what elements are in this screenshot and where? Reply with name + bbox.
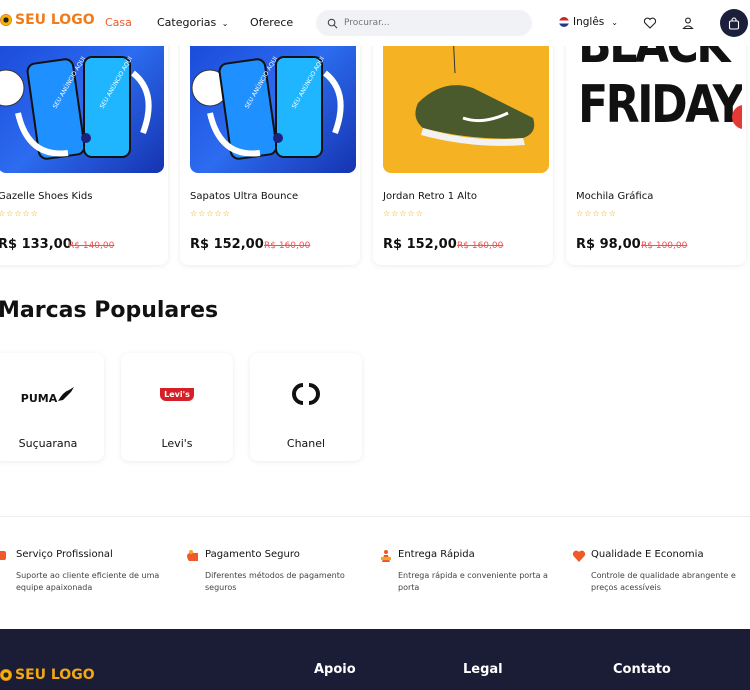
rating-stars: ☆☆☆☆☆	[576, 209, 617, 218]
brand-name: Levi's	[161, 437, 193, 450]
product-old-price: R$ 100,00	[641, 241, 688, 251]
footer-logo-text: SEU LOGO	[15, 667, 95, 683]
nav-categories[interactable]: Categorias ⌄	[157, 16, 228, 29]
nav-home[interactable]: Casa	[105, 16, 132, 29]
product-price: R$ 133,00	[0, 237, 72, 252]
feature-desc: Diferentes métodos de pagamento seguros	[205, 571, 345, 592]
footer-column-legal: Legal	[463, 662, 503, 677]
brand-name: Suçuarana	[18, 437, 78, 450]
brand-logo: PUMA	[0, 379, 104, 409]
puma-cat-icon	[58, 387, 75, 401]
feature-title: Pagamento Seguro	[205, 549, 300, 560]
payment-icon	[187, 550, 198, 561]
levis-logo: Levi's	[160, 387, 194, 401]
product-name[interactable]: Gazelle Shoes Kids	[0, 191, 92, 202]
search-input[interactable]	[344, 18, 514, 28]
product-card[interactable]: BLACK FRIDAY Mochila Gráfica ☆☆☆☆☆ R$ 98…	[566, 33, 746, 265]
chevron-down-icon: ⌄	[611, 17, 618, 27]
brand-name: Chanel	[286, 437, 326, 450]
headset-icon	[0, 551, 6, 560]
search-icon	[327, 18, 338, 28]
heart-icon	[572, 550, 586, 562]
heart-icon[interactable]	[643, 16, 657, 30]
footer-column-contact: Contato	[613, 662, 671, 677]
product-name[interactable]: Mochila Gráfica	[576, 191, 653, 202]
section-title: Marcas Populares	[0, 298, 219, 323]
logo-icon	[0, 669, 12, 681]
feature-desc: Entrega rápida e conveniente porta a por…	[398, 571, 548, 592]
product-image: SEU ANÚNCIO AQUI SEU ANÚNCIO AQUI	[190, 33, 356, 173]
product-price: R$ 152,00	[383, 237, 457, 252]
feature-desc: Controle de qualidade abrangente e preço…	[591, 571, 736, 592]
feature-title: Qualidade E Economia	[591, 549, 704, 560]
logo-text: SEU LOGO	[15, 12, 95, 28]
rating-stars: ☆☆☆☆☆	[0, 209, 39, 218]
section-divider	[0, 516, 750, 517]
logo[interactable]: SEU LOGO	[0, 12, 95, 28]
brand-logo: Levi's	[121, 379, 233, 409]
product-old-price: R$ 160,00	[457, 241, 504, 251]
chevron-down-icon: ⌄	[221, 19, 229, 28]
product-image	[383, 33, 549, 173]
rating-stars: ☆☆☆☆☆	[383, 209, 424, 218]
language-label: Inglês	[573, 16, 605, 28]
delivery-icon	[381, 550, 391, 562]
language-selector[interactable]: Inglês ⌄	[559, 16, 618, 28]
cart-button[interactable]	[720, 9, 748, 37]
nav-categories-label: Categorias	[157, 16, 217, 29]
brand-logo	[250, 379, 362, 409]
rating-stars: ☆☆☆☆☆	[190, 209, 231, 218]
product-card[interactable]: SEU ANÚNCIO AQUI SEU ANÚNCIO AQUI Sapato…	[180, 33, 360, 265]
search-bar[interactable]	[316, 10, 532, 36]
footer: SEU LOGO Apoio Legal Contato	[0, 629, 750, 690]
brand-card[interactable]: Chanel	[250, 353, 362, 461]
product-name[interactable]: Jordan Retro 1 Alto	[383, 191, 477, 202]
user-icon[interactable]	[681, 16, 695, 30]
brand-card[interactable]: PUMA Suçuarana	[0, 353, 104, 461]
logo-icon	[0, 14, 12, 26]
banner-text: FRIDAY	[578, 75, 742, 135]
product-name[interactable]: Sapatos Ultra Bounce	[190, 191, 298, 202]
product-old-price: R$ 140,00	[68, 241, 115, 251]
product-image: SEU ANÚNCIO AQUI SEU ANÚNCIO AQUI	[0, 33, 164, 173]
product-card[interactable]: Jordan Retro 1 Alto ☆☆☆☆☆ R$ 152,00 R$ 1…	[373, 33, 553, 265]
product-image: BLACK FRIDAY	[576, 33, 742, 173]
brand-card[interactable]: Levi's Levi's	[121, 353, 233, 461]
product-price: R$ 152,00	[190, 237, 264, 252]
puma-logo: PUMA	[20, 391, 58, 405]
product-card[interactable]: SEU ANÚNCIO AQUI SEU ANÚNCIO AQUI Gazell…	[0, 33, 168, 265]
flag-icon	[559, 17, 569, 27]
top-header: SEU LOGO Casa Categorias ⌄ Oferece Inglê…	[0, 0, 750, 46]
footer-logo[interactable]: SEU LOGO	[0, 667, 95, 683]
product-old-price: R$ 160,00	[264, 241, 311, 251]
feature-title: Entrega Rápida	[398, 549, 475, 560]
shopping-bag-icon	[728, 16, 740, 30]
feature-desc: Suporte ao cliente eficiente de uma equi…	[16, 571, 160, 592]
feature-title: Serviço Profissional	[16, 549, 113, 560]
product-price: R$ 98,00	[576, 237, 641, 252]
nav-offers[interactable]: Oferece	[250, 16, 293, 29]
chanel-logo-icon	[292, 383, 320, 405]
footer-column-support: Apoio	[314, 662, 356, 677]
